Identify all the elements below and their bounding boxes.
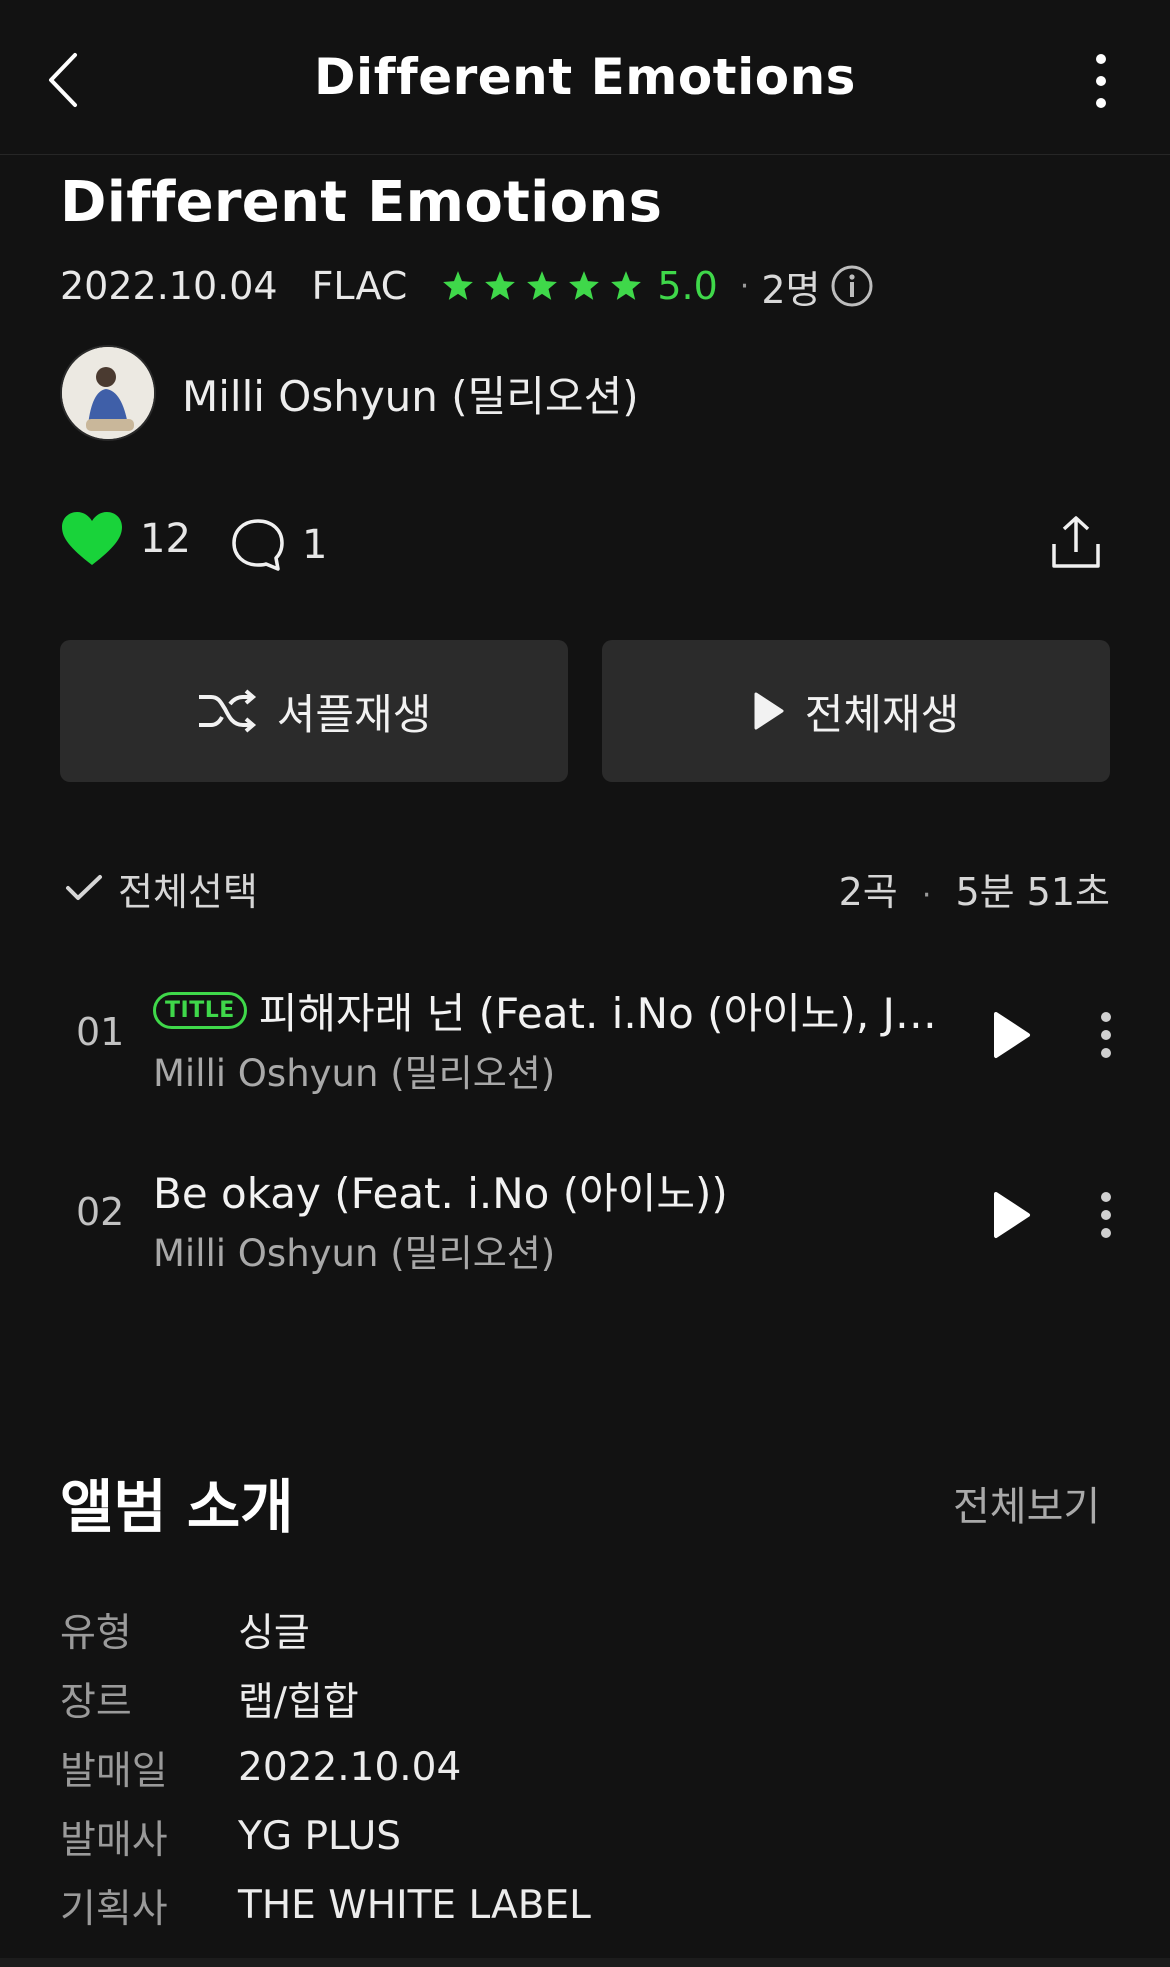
- select-all-toggle[interactable]: 전체선택: [64, 861, 258, 916]
- shuffle-play-button[interactable]: 셔플재생: [60, 640, 568, 782]
- comment-icon: [232, 519, 284, 571]
- track-row[interactable]: 02 Be okay (Feat. i.No (아이노)) Milli Oshy…: [0, 1145, 1170, 1285]
- total-duration: 5분 51초: [955, 869, 1110, 914]
- view-all-link[interactable]: 전체보기: [953, 1474, 1100, 1532]
- separator-dot: ·: [921, 877, 932, 913]
- track-more-button[interactable]: [1094, 1009, 1118, 1061]
- track-artist: Milli Oshyun (밀리오션): [153, 1052, 556, 1095]
- album-meta: 2022.10.04 FLAC 5.0 · 2명: [60, 260, 874, 312]
- play-icon: [754, 692, 784, 730]
- track-title: 피해자래 넌 (Feat. i.No (아이노), Je...: [258, 989, 953, 1038]
- artist-photo: [62, 347, 154, 439]
- heart-icon: [62, 512, 122, 565]
- track-more-button[interactable]: [1094, 1189, 1118, 1241]
- artist-name: Milli Oshyun (밀리오션): [182, 371, 639, 421]
- shuffle-icon: [198, 689, 256, 733]
- artist-link[interactable]: Milli Oshyun (밀리오션): [60, 343, 639, 443]
- like-count: 12: [140, 516, 191, 562]
- play-all-button[interactable]: 전체재생: [602, 640, 1110, 782]
- track-title: Be okay (Feat. i.No (아이노)): [153, 1169, 728, 1218]
- info-value: THE WHITE LABEL: [238, 1883, 591, 1928]
- divider: [0, 1958, 1170, 1967]
- tracklist-header: 전체선택 2곡 · 5분 51초: [64, 858, 1110, 918]
- more-options-button[interactable]: [1086, 48, 1116, 114]
- info-value: 랩/힙합: [238, 1679, 359, 1725]
- shuffle-play-label: 셔플재생: [276, 689, 432, 739]
- release-date: 2022.10.04: [60, 264, 278, 308]
- rater-count: 2명: [761, 267, 821, 312]
- top-bar: Different Emotions: [0, 0, 1170, 155]
- info-key: 기획사: [60, 1886, 168, 1932]
- more-vertical-icon: [1101, 1012, 1111, 1058]
- play-all-label: 전체재생: [804, 689, 960, 739]
- play-icon: [994, 1012, 1030, 1058]
- album-intro-title: 앨범 소개: [60, 1473, 294, 1541]
- track-play-button[interactable]: [990, 1189, 1034, 1241]
- track-title-line: Be okay (Feat. i.No (아이노)): [153, 1160, 953, 1221]
- info-key: 발매일: [60, 1748, 168, 1794]
- info-row-release-date: 발매일 2022.10.04: [60, 1733, 591, 1802]
- track-count: 2곡: [838, 869, 898, 914]
- like-button[interactable]: 12: [60, 510, 191, 568]
- star-icon: [527, 271, 558, 300]
- share-button[interactable]: [1048, 514, 1104, 574]
- rating-stars: [441, 269, 643, 303]
- comment-count: 1: [302, 522, 328, 568]
- track-row[interactable]: 01 TITLE 피해자래 넌 (Feat. i.No (아이노), Je...…: [0, 965, 1170, 1105]
- tracklist-summary: 2곡 · 5분 51초: [839, 861, 1110, 916]
- album-title: Different Emotions: [60, 170, 663, 235]
- title-track-badge: TITLE: [153, 992, 247, 1029]
- track-number: 02: [76, 1190, 125, 1234]
- track-number: 01: [76, 1010, 125, 1054]
- comment-button[interactable]: 1: [230, 510, 327, 580]
- rating-value: 5.0: [657, 264, 718, 308]
- track-title-line: TITLE 피해자래 넌 (Feat. i.No (아이노), Je...: [153, 980, 953, 1041]
- separator-dot: ·: [739, 268, 750, 304]
- album-info-table: 유형 싱글 장르 랩/힙합 발매일 2022.10.04 발매사 YG PLUS…: [60, 1595, 591, 1940]
- track-play-button[interactable]: [990, 1009, 1034, 1061]
- info-key: 장르: [60, 1679, 132, 1725]
- info-key: 발매사: [60, 1817, 168, 1863]
- star-icon: [485, 271, 516, 300]
- star-icon: [443, 271, 474, 300]
- checkmark-icon: [66, 875, 102, 900]
- info-row-genre: 장르 랩/힙합: [60, 1664, 591, 1733]
- share-icon: [1052, 516, 1100, 568]
- info-value: YG PLUS: [238, 1814, 402, 1859]
- page-title: Different Emotions: [314, 48, 856, 106]
- more-vertical-icon: [1101, 1192, 1111, 1238]
- info-value: 2022.10.04: [238, 1745, 462, 1790]
- play-icon: [994, 1192, 1030, 1238]
- info-row-type: 유형 싱글: [60, 1595, 591, 1664]
- action-row: 12 1: [60, 510, 1110, 580]
- select-all-label: 전체선택: [118, 869, 258, 914]
- info-key: 유형: [60, 1610, 132, 1656]
- star-icon: [611, 271, 642, 300]
- info-row-agency: 기획사 THE WHITE LABEL: [60, 1871, 591, 1940]
- info-value: 싱글: [238, 1610, 310, 1656]
- more-vertical-icon: [1096, 54, 1106, 108]
- info-row-publisher: 발매사 YG PLUS: [60, 1802, 591, 1871]
- artist-avatar: [60, 345, 156, 441]
- audio-format: FLAC: [311, 264, 408, 308]
- star-icon: [569, 271, 600, 300]
- track-artist: Milli Oshyun (밀리오션): [153, 1232, 556, 1275]
- info-icon[interactable]: [830, 264, 874, 308]
